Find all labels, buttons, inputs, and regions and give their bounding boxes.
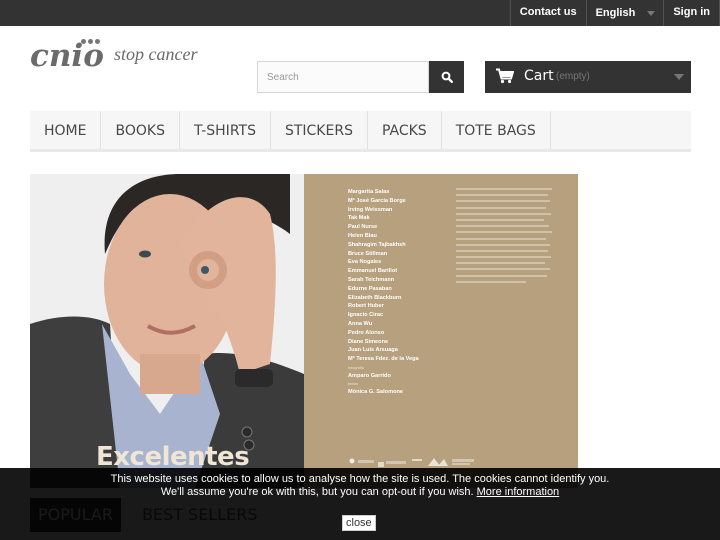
language-label: English (595, 6, 636, 19)
cart-icon (496, 68, 514, 84)
search-button[interactable] (429, 61, 464, 93)
sign-in-link[interactable]: Sign in (663, 0, 720, 26)
author-name: Juan Luis Arsuaga (348, 347, 398, 354)
author-name: Paul Nurse (348, 224, 378, 231)
author-name: Edurne Pasaban (348, 285, 392, 292)
contact-us-label: Contact us (519, 6, 577, 18)
top-links: Contact us English Sign in (509, 0, 720, 26)
author-name: Shahragim Tajbakhsh (348, 241, 406, 248)
search-input[interactable] (257, 61, 429, 93)
main-menu: HOME BOOKS T-SHIRTS STICKERS PACKS TOTE … (30, 111, 691, 152)
cart-status: (empty) (556, 71, 590, 82)
sign-in-label: Sign in (673, 6, 710, 18)
chevron-down-icon (647, 10, 656, 16)
author-name: Bruce Stillman (348, 250, 388, 257)
menu-item-home[interactable]: HOME (30, 111, 102, 149)
author-name: Elizabeth Blackburn (348, 294, 402, 301)
credit-name: Mónica G. Salomone (348, 389, 404, 395)
author-name: Tak Mak (348, 215, 370, 222)
menu-item-stickers[interactable]: STICKERS (271, 111, 368, 149)
credit-role: fotografía (348, 366, 365, 370)
author-name: Anna Wu (348, 320, 373, 327)
logo-tagline: stop cancer (114, 44, 198, 64)
author-name: Diane Simeone (348, 338, 389, 345)
cookie-message-line2: We'll assume you're ok with this, but yo… (0, 486, 720, 498)
search-icon (441, 71, 453, 83)
blurb-text-block (456, 188, 552, 287)
contact-us-link[interactable]: Contact us (509, 0, 586, 26)
menu-item-packs[interactable]: PACKS (368, 111, 442, 149)
author-name: Sarah Teichmann (348, 276, 395, 283)
homepage-slider[interactable]: Excelentes Margarita Salas Mª José Garcí… (30, 174, 578, 488)
author-name: Irving Weissman (348, 206, 393, 213)
chevron-down-icon (674, 74, 684, 80)
author-name: Margarita Salas (348, 189, 390, 195)
author-name: Robert Huber (348, 303, 384, 310)
book-credits: fotografía Amparo Garrido textos Mónica … (348, 364, 403, 396)
search-form (257, 61, 464, 93)
more-information-link[interactable]: More information (477, 486, 560, 498)
language-selector[interactable]: English (585, 0, 664, 26)
book-back-cover: Margarita Salas Mª José García Borge Irv… (304, 174, 578, 488)
cookie-message-line1: This website uses cookies to allow us to… (110, 473, 610, 485)
cart-button[interactable]: Cart (empty) (485, 61, 691, 93)
menu-item-t-shirts[interactable]: T-SHIRTS (180, 111, 271, 149)
top-bar: Contact us English Sign in (0, 0, 720, 26)
credit-role: textos (348, 382, 359, 386)
author-name: Eva Nogales (348, 259, 382, 266)
author-name: Emmanuel Barillot (348, 268, 398, 275)
book-cover-photo: Excelentes (30, 174, 304, 488)
cart-label: Cart (524, 68, 554, 84)
credit-name: Amparo Garrido (348, 373, 391, 379)
sponsor-logos (349, 458, 474, 467)
menu-item-tote-bags[interactable]: TOTE BAGS (442, 111, 551, 149)
portrait-illustration (30, 174, 304, 488)
site-logo[interactable]: cnio stop cancer (30, 38, 220, 74)
cookie-close-button[interactable]: close (342, 515, 376, 531)
logo-brand: cnio (30, 38, 104, 74)
cookie-banner: This website uses cookies to allow us to… (0, 468, 720, 540)
author-list: Margarita Salas Mª José García Borge Irv… (348, 188, 419, 364)
author-name: Ignacio Cirac (348, 312, 384, 319)
author-name: Pedro Alonso (348, 329, 385, 336)
menu-item-books[interactable]: BOOKS (101, 111, 180, 149)
author-name: Mª Teresa Fdez. de la Vega (348, 356, 419, 363)
author-name: Helen Blau (348, 232, 377, 239)
cookie-message-text: We'll assume you're ok with this, but yo… (160, 486, 474, 498)
author-name: Mª José García Borge (348, 197, 406, 204)
